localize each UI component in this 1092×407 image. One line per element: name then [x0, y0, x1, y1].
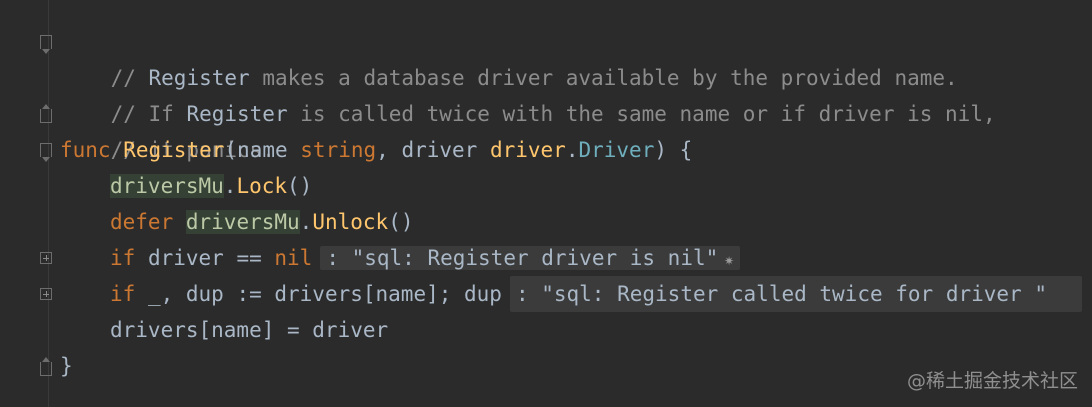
- assignment-stmt: drivers[name] = driver: [110, 318, 389, 342]
- code-line-10[interactable]: }: [60, 348, 73, 384]
- fold-open-icon[interactable]: [40, 35, 52, 54]
- code-line-3[interactable]: // it panics.: [60, 96, 275, 162]
- type-string[interactable]: string: [300, 138, 376, 162]
- keyword-defer: defer: [110, 210, 174, 234]
- code-line-6[interactable]: defer driversMu.Unlock(): [110, 204, 413, 240]
- package-driver[interactable]: driver: [490, 138, 566, 162]
- watermark: @稀土掘金技术社区: [906, 370, 1078, 392]
- code-line-8[interactable]: if _, dup := drivers[name]; dup : "sql: R…: [110, 276, 1082, 312]
- call-parens: (): [287, 174, 313, 198]
- keyword-func: func: [60, 138, 111, 162]
- param-driver[interactable]: driver: [401, 138, 477, 162]
- fold-end-icon[interactable]: [40, 104, 52, 123]
- code-line-4[interactable]: func Register(name string, driver driver…: [60, 132, 692, 168]
- condition-expr: driver ==: [135, 246, 275, 270]
- dot: .: [565, 138, 579, 162]
- fold-end-icon[interactable]: [40, 357, 52, 376]
- gutter-divider: [48, 0, 49, 407]
- paren-open: (: [224, 138, 238, 162]
- hint-text: : "sql: Register driver is nil": [326, 246, 719, 270]
- call-parens: (): [388, 210, 414, 234]
- code-line-2[interactable]: // If Register is called twice with the …: [60, 60, 996, 126]
- closing-brace: }: [60, 354, 73, 378]
- code-line-1[interactable]: // Register makes a database driver avai…: [60, 24, 958, 90]
- fold-expand-icon[interactable]: [40, 252, 52, 264]
- code-line-9[interactable]: drivers[name] = driver: [110, 312, 388, 348]
- dot: .: [299, 210, 313, 234]
- fold-expand-icon[interactable]: [40, 288, 52, 300]
- sparkle-icon: ✷: [724, 250, 734, 269]
- method-unlock[interactable]: Unlock: [312, 210, 388, 234]
- dot: .: [223, 174, 237, 198]
- code-line-5[interactable]: driversMu.Lock(): [110, 168, 312, 204]
- method-lock[interactable]: Lock: [236, 174, 287, 198]
- fold-open-icon[interactable]: [40, 143, 52, 162]
- comment-text: is called twice with the same name or if…: [287, 102, 996, 126]
- type-driver[interactable]: Driver: [578, 138, 654, 162]
- mutex-var[interactable]: driversMu: [185, 210, 300, 234]
- inlay-hint-panic[interactable]: : "sql: Register driver is nil" ✷: [320, 246, 740, 270]
- paren-close-brace: ) {: [654, 138, 693, 162]
- keyword-if: if: [110, 282, 136, 306]
- condition-expr: _, dup := drivers[name]; dup: [135, 282, 502, 306]
- code-editor[interactable]: // Register makes a database driver avai…: [0, 0, 1092, 407]
- param-name[interactable]: name: [237, 138, 288, 162]
- keyword-nil: nil: [274, 246, 313, 270]
- keyword-if: if: [110, 246, 136, 270]
- function-name[interactable]: Register: [123, 138, 224, 162]
- comma: ,: [376, 138, 389, 162]
- mutex-var[interactable]: driversMu: [110, 174, 224, 198]
- code-line-7[interactable]: if driver == nil : "sql: Register driver …: [110, 240, 740, 276]
- inlay-hint-panic[interactable]: : "sql: Register called twice for driver…: [509, 276, 1082, 312]
- hint-text: : "sql: Register called twice for driver…: [515, 282, 1047, 306]
